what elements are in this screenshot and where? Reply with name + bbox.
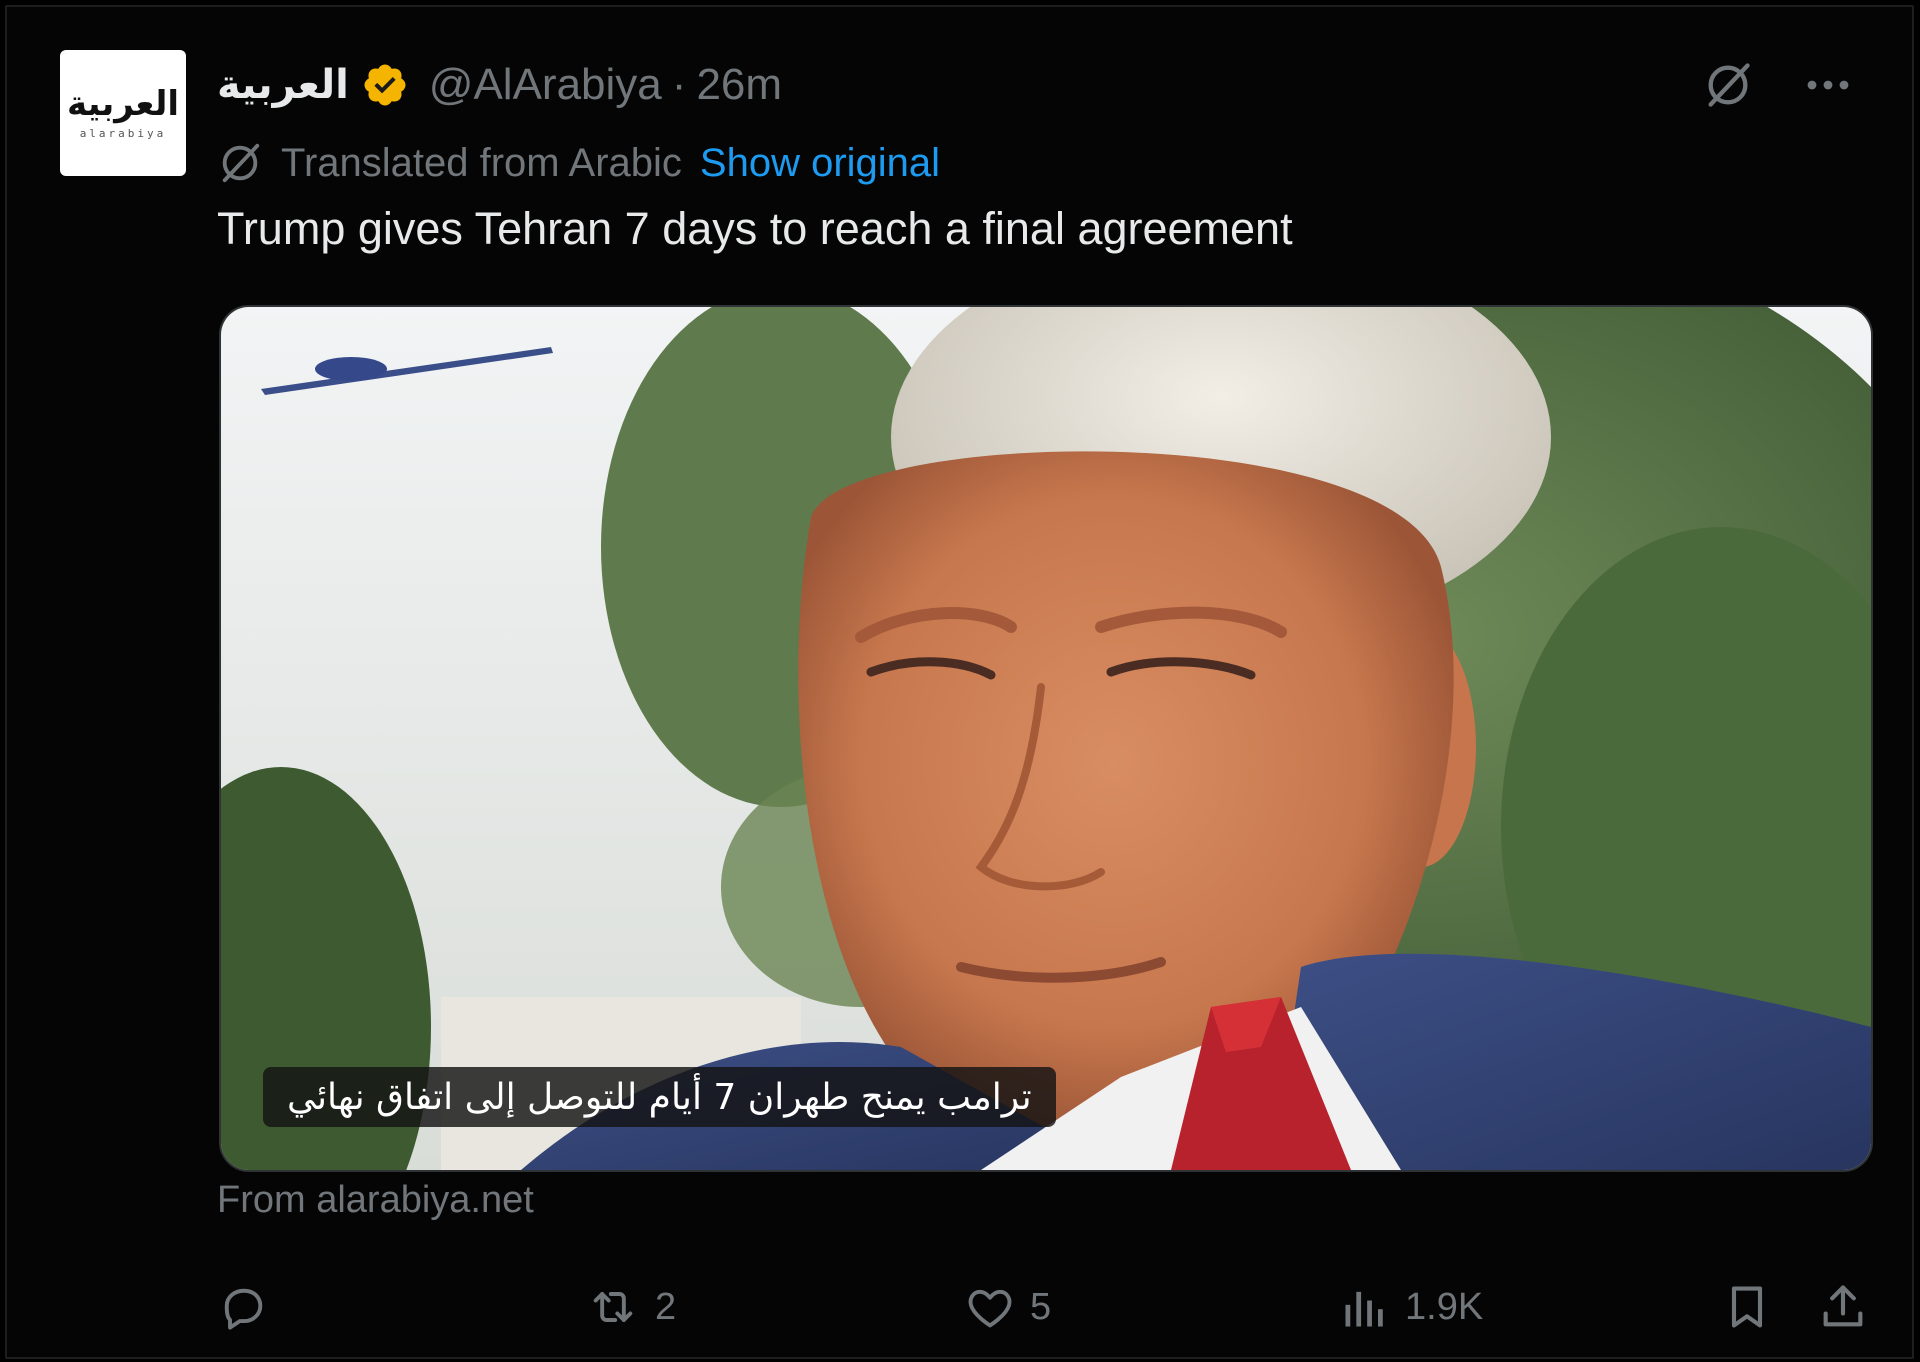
handle[interactable]: @AlArabiya	[429, 60, 662, 110]
views-count: 1.9K	[1405, 1285, 1484, 1328]
display-name[interactable]: العربية	[217, 62, 349, 108]
verified-badge-icon[interactable]	[361, 61, 409, 109]
post-header: العربية @AlArabiya · 26m	[217, 55, 782, 115]
timestamp[interactable]: 26m	[696, 60, 782, 110]
repost-count: 2	[655, 1285, 677, 1328]
avatar[interactable]: العربية alarabiya	[60, 50, 186, 176]
avatar-logo-arabic: العربية	[66, 83, 180, 124]
action-bar: 2 5 1.9K	[217, 1272, 1867, 1342]
bookmark-button[interactable]	[1721, 1272, 1773, 1342]
translation-label: Translated from Arabic	[281, 140, 682, 185]
reply-button[interactable]	[217, 1272, 283, 1342]
translation-notice: Translated from Arabic Show original	[217, 135, 940, 191]
post-card[interactable]: العربية alarabiya العربية @AlArabiya · 2…	[5, 5, 1914, 1359]
reply-icon	[224, 1288, 263, 1330]
share-icon	[1823, 1285, 1863, 1327]
avatar-logo-english: alarabiya	[79, 126, 167, 140]
separator-dot: ·	[671, 60, 687, 109]
link-source[interactable]: From alarabiya.net	[217, 1179, 534, 1222]
bookmark-icon	[1731, 1286, 1763, 1328]
views-button[interactable]: 1.9K	[1339, 1272, 1483, 1342]
repost-icon	[593, 1292, 633, 1322]
post-top-actions	[1702, 55, 1852, 115]
repost-button[interactable]: 2	[585, 1272, 676, 1342]
translate-icon	[222, 143, 260, 183]
post-media-image[interactable]: ترامب يمنح طهران 7 أيام للتوصل إلى اتفاق…	[219, 305, 1873, 1172]
grok-icon[interactable]	[1702, 59, 1754, 111]
photo	[221, 307, 1871, 1170]
share-button[interactable]	[1817, 1272, 1869, 1342]
heart-icon	[968, 1289, 1012, 1328]
show-original-link[interactable]: Show original	[700, 141, 940, 186]
like-count: 5	[1030, 1285, 1052, 1328]
post-text: Trump gives Tehran 7 days to reach a fin…	[217, 203, 1293, 254]
views-icon	[1345, 1291, 1383, 1327]
more-icon[interactable]	[1804, 61, 1852, 109]
media-caption: ترامب يمنح طهران 7 أيام للتوصل إلى اتفاق…	[263, 1067, 1056, 1127]
like-button[interactable]: 5	[964, 1272, 1051, 1342]
